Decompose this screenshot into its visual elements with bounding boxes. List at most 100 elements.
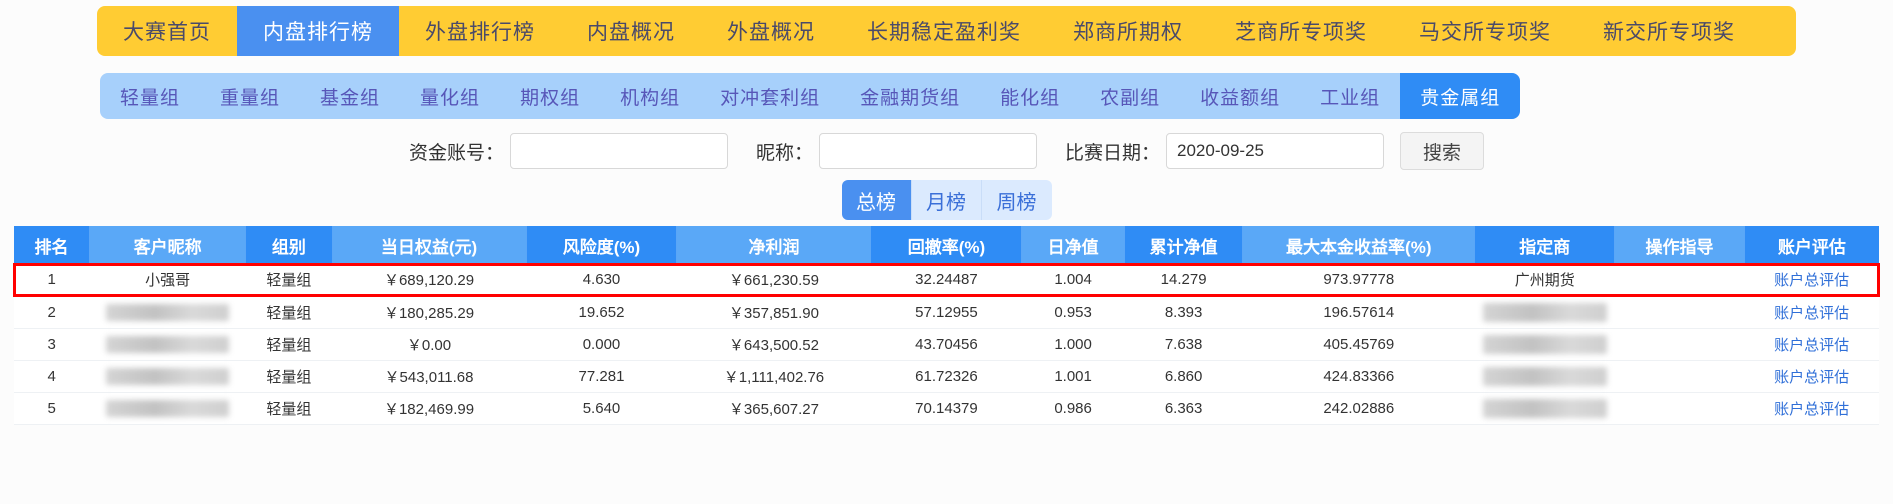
cell-drawdown: 70.14379 [870, 392, 1022, 425]
redacted-broker [1482, 334, 1607, 354]
group-tab-3[interactable]: 量化组 [400, 73, 500, 119]
nav-item-7[interactable]: 芝商所专项奖 [1209, 6, 1393, 56]
ranking-table-container: 排名 客户昵称 组别 当日权益(元) 风险度(%) 净利润 回撤率(%) 日净值 累计净值 最大本… [13, 226, 1880, 425]
group-tab-label: 重量组 [220, 87, 281, 109]
column-header-11: 操作指导 [1614, 226, 1745, 264]
table-row: 3 轻量组 ￥0.00 0.000 ￥643,500.52 43.70456 1.000 7.… [14, 328, 1879, 361]
cell-risk: 77.281 [526, 360, 677, 393]
cell-equity: ￥180,285.29 [332, 296, 527, 329]
nav-item-3[interactable]: 内盘概况 [561, 6, 701, 56]
redacted-broker [1482, 366, 1607, 386]
redacted-broker [1482, 398, 1607, 418]
group-tab-2[interactable]: 基金组 [300, 73, 400, 119]
redacted-nickname [105, 399, 230, 417]
cell-profit: ￥643,500.52 [676, 328, 871, 361]
group-tab-label: 机构组 [620, 87, 681, 109]
account-assessment-link[interactable]: 账户总评估 [1774, 272, 1849, 289]
group-tab-label: 农副组 [1100, 87, 1161, 109]
search-button[interactable]: 搜索 [1400, 132, 1485, 170]
cell-daily-nav: 1.004 [1021, 264, 1125, 297]
cell-nickname [89, 360, 246, 393]
nav-item-0[interactable]: 大赛首页 [97, 6, 237, 56]
period-tab-2[interactable]: 周榜 [981, 180, 1052, 220]
group-tab-label: 工业组 [1320, 87, 1381, 109]
group-tab-9[interactable]: 农副组 [1080, 73, 1180, 119]
nav-item-4[interactable]: 外盘概况 [701, 6, 841, 56]
column-header-9: 最大本金收益率(%) [1242, 226, 1476, 264]
account-assessment-link[interactable]: 账户总评估 [1774, 401, 1849, 418]
cell-operation-guide [1614, 296, 1745, 329]
group-tab-12[interactable]: 贵金属组 [1400, 73, 1521, 119]
cell-operation-guide [1614, 392, 1745, 425]
nav-item-label: 内盘排行榜 [263, 21, 373, 44]
group-tab-7[interactable]: 金融期货组 [840, 73, 980, 119]
redacted-nickname [105, 303, 230, 321]
period-tab-0[interactable]: 总榜 [841, 180, 912, 220]
group-tab-0[interactable]: 轻量组 [100, 73, 200, 119]
cell-operation-guide [1614, 264, 1745, 297]
nav-item-2[interactable]: 外盘排行榜 [399, 6, 561, 56]
cell-drawdown: 61.72326 [870, 360, 1022, 393]
cell-risk: 0.000 [526, 328, 677, 361]
nav-item-label: 芝商所专项奖 [1235, 21, 1367, 44]
cell-profit: ￥357,851.90 [676, 296, 871, 329]
cell-operation-guide [1614, 328, 1745, 361]
nav-item-9[interactable]: 新交所专项奖 [1577, 6, 1761, 56]
contest-date-input[interactable] [1166, 133, 1385, 169]
column-header-4: 风险度(%) [526, 226, 678, 264]
account-input[interactable] [509, 133, 728, 169]
nav-item-label: 内盘概况 [587, 21, 675, 44]
cell-cum-nav: 8.393 [1124, 296, 1243, 329]
cell-group: 轻量组 [245, 360, 332, 393]
cell-operation-guide [1614, 360, 1745, 393]
column-header-0: 排名 [14, 226, 90, 264]
cell-account-assessment: 账户总评估 [1744, 392, 1879, 425]
table-row: 2 轻量组 ￥180,285.29 19.652 ￥357,851.90 57.12955… [14, 296, 1879, 329]
cell-account-assessment: 账户总评估 [1744, 360, 1879, 393]
group-tab-label: 基金组 [320, 87, 381, 109]
cell-daily-nav: 0.953 [1021, 296, 1125, 329]
group-tab-label: 轻量组 [120, 87, 181, 109]
group-tab-4[interactable]: 期权组 [500, 73, 600, 119]
group-tab-1[interactable]: 重量组 [200, 73, 300, 119]
search-form: 资金账号： 昵称： 比赛日期： 搜索 [0, 126, 1893, 176]
account-assessment-link[interactable]: 账户总评估 [1774, 337, 1849, 354]
nickname-input[interactable] [819, 133, 1037, 169]
group-tab-11[interactable]: 工业组 [1300, 73, 1400, 119]
cell-cum-nav: 7.638 [1124, 328, 1243, 361]
cell-profit: ￥661,230.59 [676, 264, 871, 297]
group-tab-label: 期权组 [520, 87, 581, 109]
cell-equity: ￥689,120.29 [332, 264, 527, 297]
cell-account-assessment: 账户总评估 [1744, 264, 1879, 297]
column-header-1: 客户昵称 [89, 226, 247, 264]
nav-item-label: 马交所专项奖 [1419, 21, 1551, 44]
group-tab-5[interactable]: 机构组 [600, 73, 700, 119]
group-tab-6[interactable]: 对冲套利组 [700, 73, 840, 119]
cell-max-return: 424.83366 [1242, 360, 1475, 393]
cell-drawdown: 43.70456 [870, 328, 1022, 361]
table-row: 5 轻量组 ￥182,469.99 5.640 ￥365,607.27 70.14379 0… [14, 392, 1879, 425]
redacted-broker [1482, 302, 1607, 322]
cell-daily-nav: 1.001 [1021, 360, 1125, 393]
cell-profit: ￥1,111,402.76 [676, 360, 871, 393]
cell-broker [1474, 328, 1615, 361]
period-tab-1[interactable]: 月榜 [911, 180, 982, 220]
redacted-nickname [105, 335, 230, 353]
period-tab-label: 周榜 [996, 191, 1037, 214]
cell-equity: ￥0.00 [332, 328, 527, 361]
nav-item-5[interactable]: 长期稳定盈利奖 [841, 6, 1047, 56]
table-row: 4 轻量组 ￥543,011.68 77.281 ￥1,111,402.76 61.723… [14, 360, 1879, 393]
nav-item-label: 长期稳定盈利奖 [867, 21, 1021, 44]
group-tab-8[interactable]: 能化组 [980, 73, 1080, 119]
nav-item-8[interactable]: 马交所专项奖 [1393, 6, 1577, 56]
column-header-5: 净利润 [676, 226, 872, 264]
nav-item-6[interactable]: 郑商所期权 [1047, 6, 1209, 56]
nav-item-label: 大赛首页 [123, 21, 211, 44]
account-assessment-link[interactable]: 账户总评估 [1774, 305, 1849, 322]
cell-max-return: 242.02886 [1242, 392, 1475, 425]
account-assessment-link[interactable]: 账户总评估 [1774, 369, 1849, 386]
cell-drawdown: 57.12955 [870, 296, 1022, 329]
group-tab-10[interactable]: 收益额组 [1180, 73, 1300, 119]
cell-cum-nav: 6.363 [1124, 392, 1243, 425]
nav-item-1[interactable]: 内盘排行榜 [237, 6, 399, 56]
